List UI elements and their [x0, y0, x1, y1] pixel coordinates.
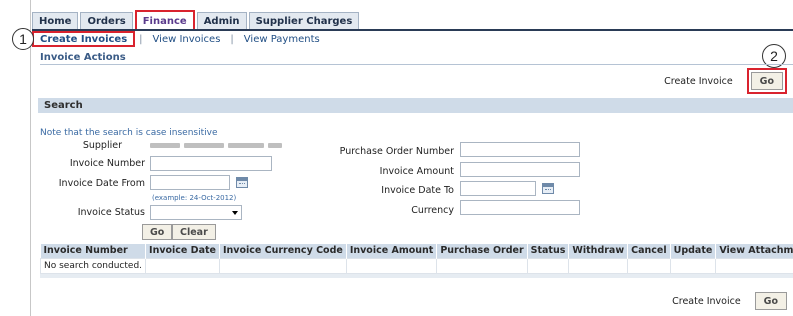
invoice-date-to-label: Invoice Date To: [381, 185, 454, 196]
column-header: Purchase Order: [436, 244, 528, 258]
supplier-label: Supplier: [82, 140, 122, 151]
table-cell: [218, 257, 347, 274]
supplier-value-masked: [228, 143, 264, 148]
currency-input[interactable]: [460, 200, 580, 215]
invoice-status-label: Invoice Status: [77, 207, 145, 218]
table-row: No search conducted.: [39, 257, 793, 274]
tab-admin[interactable]: Admin: [196, 12, 247, 30]
tab-finance[interactable]: Finance: [134, 10, 195, 30]
search-clear-button[interactable]: Clear: [172, 224, 216, 240]
table-header-row: Invoice Number Invoice Date Invoice Curr…: [40, 244, 793, 258]
tab-home[interactable]: Home: [32, 12, 79, 30]
invoice-number-label: Invoice Number: [69, 158, 145, 169]
table-cell: [627, 257, 671, 274]
top-tab-bar: Home Orders Finance Admin Supplier Charg…: [32, 10, 361, 30]
table-footer-band: [40, 274, 793, 278]
subtab-separator: |: [230, 33, 234, 45]
supplier-value-masked: [184, 143, 224, 148]
dropdown-arrow-icon: [232, 211, 238, 215]
search-header: Search: [38, 98, 793, 113]
invoice-amount-input[interactable]: [460, 162, 580, 177]
currency-label: Currency: [411, 205, 454, 216]
calendar-icon[interactable]: [542, 183, 554, 194]
subtab-view-payments[interactable]: View Payments: [238, 31, 326, 47]
invoice-date-from-label: Invoice Date From: [58, 178, 145, 189]
results-table: Invoice Number Invoice Date Invoice Curr…: [39, 244, 793, 274]
column-header: Invoice Date: [145, 244, 220, 258]
column-header: Invoice Amount: [346, 244, 438, 258]
table-cell: [715, 257, 793, 274]
column-header: View Attachments: [715, 244, 793, 258]
go-highlight: Go: [746, 68, 787, 94]
table-cell: [568, 257, 629, 274]
column-header: Invoice Number: [40, 244, 147, 258]
supplier-value-masked: [268, 143, 282, 148]
create-invoice-label: Create Invoice: [664, 75, 733, 87]
invoice-number-input[interactable]: [150, 156, 272, 171]
subtab-view-invoices[interactable]: View Invoices: [147, 31, 227, 47]
invoice-amount-label: Invoice Amount: [379, 166, 454, 177]
create-invoice-row-top: Create Invoice Go: [664, 68, 787, 94]
calendar-icon[interactable]: [236, 177, 248, 188]
date-format-hint: (example: 24-Oct-2012): [152, 194, 237, 202]
tab-supplier-charges[interactable]: Supplier Charges: [248, 12, 360, 30]
po-number-label: Purchase Order Number: [339, 146, 454, 157]
subtab-create-invoices[interactable]: Create Invoices: [32, 31, 136, 47]
table-cell: [436, 257, 528, 274]
column-header: Cancel: [627, 244, 671, 258]
po-number-input[interactable]: [460, 142, 580, 157]
table-cell: [345, 257, 438, 274]
invoice-status-select[interactable]: [150, 205, 242, 220]
table-cell: [526, 257, 570, 274]
subtab-separator: |: [139, 33, 143, 45]
column-header: Invoice Currency Code: [219, 244, 347, 258]
table-cell: [145, 257, 220, 274]
invoice-date-from-input[interactable]: [150, 175, 230, 190]
create-invoice-go-button[interactable]: Go: [750, 72, 783, 90]
create-invoice-go-button-bottom[interactable]: Go: [754, 292, 787, 310]
create-invoice-row-bottom: Create Invoice Go: [672, 292, 787, 310]
invoice-actions-title: Invoice Actions: [40, 52, 126, 63]
section-divider: [40, 64, 793, 65]
sub-tab-bar: Create Invoices | View Invoices | View P…: [32, 31, 793, 47]
create-invoice-label-bottom: Create Invoice: [672, 295, 741, 307]
column-header: Update: [670, 244, 717, 258]
search-go-button[interactable]: Go: [142, 224, 173, 240]
column-header: Withdraw: [568, 244, 629, 258]
callout-1: 1: [12, 28, 34, 50]
table-cell: [669, 257, 717, 274]
column-header: Status: [527, 244, 570, 258]
invoice-date-to-input[interactable]: [460, 181, 536, 196]
tab-orders[interactable]: Orders: [80, 12, 133, 30]
search-note: Note that the search is case insensitive: [40, 128, 218, 138]
supplier-value-masked: [150, 143, 180, 148]
empty-results-cell: No search conducted.: [39, 257, 147, 274]
